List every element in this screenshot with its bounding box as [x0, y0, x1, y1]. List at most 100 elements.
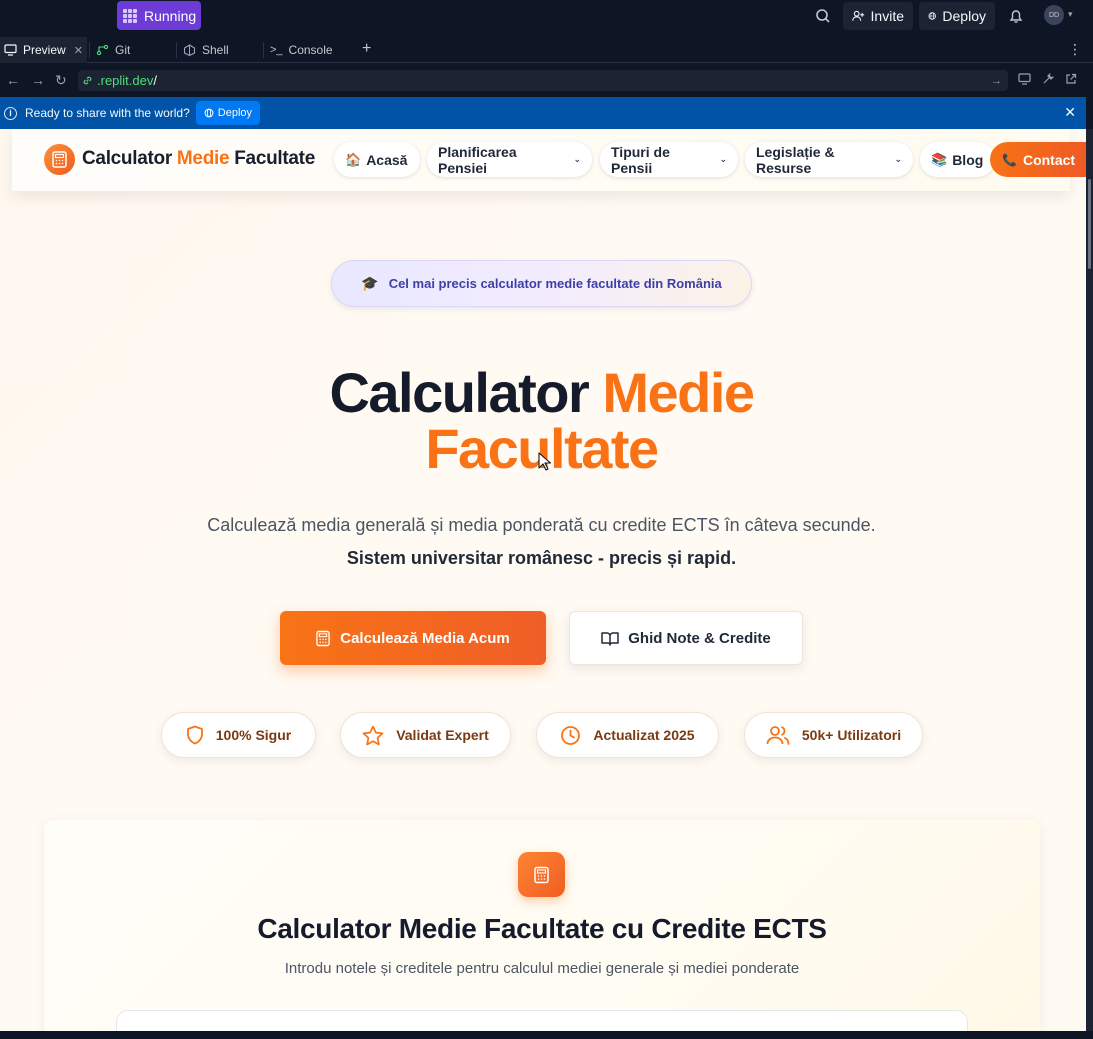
grades-guide-button[interactable]: Ghid Note & Credite	[569, 611, 803, 665]
feature-label: 100% Sigur	[215, 727, 292, 743]
tab-divider	[176, 42, 177, 58]
run-status-label: Running	[144, 7, 197, 24]
banner-deploy-button[interactable]: Deploy	[195, 101, 261, 125]
chevron-down-icon[interactable]: ▾	[1068, 9, 1073, 20]
chevron-down-icon: ⌄	[573, 154, 581, 164]
calculator-card: Calculator Medie Facultate cu Credite EC…	[44, 820, 1040, 1031]
nav-blog[interactable]: 📚 Blog	[920, 142, 995, 177]
user-avatar[interactable]: DD	[1044, 5, 1064, 25]
tab-preview[interactable]: Preview ✕	[0, 37, 87, 63]
tab-label: Git	[115, 43, 131, 57]
hero-title-part: Calculator	[329, 361, 603, 424]
open-book-icon	[601, 631, 619, 646]
calculate-now-button[interactable]: Calculează Media Acum	[280, 611, 546, 665]
url-input[interactable]: .replit.dev / →	[78, 70, 1008, 91]
preview-url-bar: ← → ↻ .replit.dev / →	[0, 66, 1093, 96]
search-icon[interactable]	[813, 6, 833, 26]
nav-label: Tipuri de Pensii	[611, 143, 670, 176]
more-vertical-icon[interactable]: ⋮	[1068, 41, 1082, 58]
tab-console[interactable]: >_ Console	[266, 37, 352, 63]
users-icon	[766, 726, 790, 745]
tab-divider	[89, 42, 90, 58]
deploy-button[interactable]: Deploy	[919, 2, 995, 30]
calculator-title: Calculator Medie Facultate cu Credite EC…	[257, 913, 827, 944]
calculator-subtitle: Introdu notele și creditele pentru calcu…	[284, 960, 800, 977]
feature-label: Validat Expert	[396, 727, 489, 743]
invite-button[interactable]: Invite	[843, 2, 913, 30]
calculator-logo-icon[interactable]	[44, 144, 75, 175]
forward-arrow-icon[interactable]: →	[31, 72, 45, 88]
add-tab-icon[interactable]: +	[362, 40, 371, 58]
scrollbar-thumb[interactable]	[1088, 179, 1091, 269]
share-banner: i Ready to share with the world? Deploy …	[0, 97, 1086, 129]
logo-text-accent: Medie	[176, 148, 230, 169]
feature-users: 50k+ Utilizatori	[744, 712, 923, 758]
open-new-tab-icon[interactable]	[1065, 73, 1077, 88]
phone-icon: 📞	[1002, 152, 1017, 167]
git-branch-icon	[96, 44, 109, 56]
close-icon[interactable]: ✕	[1064, 104, 1076, 121]
nav-contact-button[interactable]: 📞 Contact	[990, 142, 1086, 177]
hero-title-accent: Medie	[602, 361, 755, 424]
feature-updated: Actualizat 2025	[536, 712, 719, 758]
nav-label: Legislație & Resurse	[756, 143, 835, 176]
close-icon[interactable]: ✕	[74, 44, 83, 57]
clock-icon	[561, 725, 581, 745]
calculator-form-panel	[116, 1010, 968, 1031]
globe-icon	[204, 108, 214, 118]
tab-label: Preview	[23, 43, 66, 57]
feature-validated: Validat Expert	[340, 712, 511, 758]
tab-label: Console	[288, 43, 333, 57]
go-arrow-icon[interactable]: →	[991, 75, 1002, 87]
preview-scrollbar[interactable]	[1086, 129, 1093, 1031]
nav-pension-planning[interactable]: Planificarea Pensiei ⌄	[427, 142, 592, 177]
link-icon	[83, 76, 92, 85]
tab-git[interactable]: Git	[92, 37, 174, 63]
ide-bottom-strip	[0, 1031, 1093, 1039]
star-icon	[362, 725, 384, 745]
logo-text-part: Facultate	[229, 148, 315, 169]
url-domain: .replit.dev	[97, 73, 154, 88]
nav-pension-types[interactable]: Tipuri de Pensii ⌄	[600, 142, 738, 177]
calculator-icon	[518, 852, 565, 897]
logo-text-part: Calculator	[82, 148, 177, 169]
tab-label: Shell	[202, 43, 229, 57]
shell-icon	[183, 44, 196, 56]
reload-icon[interactable]: ↻	[55, 72, 67, 89]
replit-logo-icon	[123, 8, 137, 23]
device-preview-icon[interactable]	[1018, 73, 1031, 88]
ide-top-bar: Running Invite Deploy DD ▾	[0, 0, 1093, 32]
banner-text: Ready to share with the world?	[25, 106, 190, 120]
shield-icon	[186, 725, 203, 745]
add-user-icon	[852, 10, 865, 21]
notifications-bell-icon[interactable]	[1006, 6, 1026, 26]
feature-label: 50k+ Utilizatori	[801, 727, 902, 743]
invite-label: Invite	[870, 8, 904, 24]
run-status-button[interactable]: Running	[117, 1, 201, 30]
nav-label: Planificarea Pensiei	[438, 143, 517, 176]
globe-icon	[928, 12, 936, 20]
calculate-now-label: Calculează Media Acum	[340, 629, 510, 647]
devtools-wrench-icon[interactable]	[1042, 72, 1055, 88]
grades-guide-label: Ghid Note & Credite	[628, 629, 771, 647]
url-path: /	[153, 73, 157, 88]
info-icon: i	[4, 106, 17, 120]
tab-shell[interactable]: Shell	[179, 37, 261, 63]
chevron-down-icon: ⌄	[719, 154, 727, 164]
hero-subtitle-bold: Sistem universitar românesc - precis și …	[346, 548, 737, 568]
mouse-cursor-icon	[538, 452, 552, 471]
hero-subtitle: Calculează media generală și media ponde…	[207, 515, 876, 535]
feature-label: Actualizat 2025	[593, 727, 695, 743]
back-arrow-icon[interactable]: ←	[6, 72, 20, 88]
site-logo-text[interactable]: Calculator Medie Facultate	[82, 148, 315, 170]
hero-badge: 🎓 Cel mai precis calculator medie facult…	[331, 260, 752, 307]
deploy-label: Deploy	[942, 8, 986, 24]
nav-legislation[interactable]: Legislație & Resurse ⌄	[745, 142, 913, 177]
terminal-prompt-icon: >_	[270, 44, 283, 56]
monitor-icon	[4, 44, 17, 56]
chevron-down-icon: ⌄	[894, 154, 902, 164]
house-icon: 🏠	[345, 151, 362, 167]
nav-home[interactable]: 🏠 Acasă	[334, 142, 420, 177]
workspace-tabs: Preview ✕ Git Shell >_ Console + ⋮	[0, 37, 1093, 63]
tab-divider	[263, 42, 264, 58]
